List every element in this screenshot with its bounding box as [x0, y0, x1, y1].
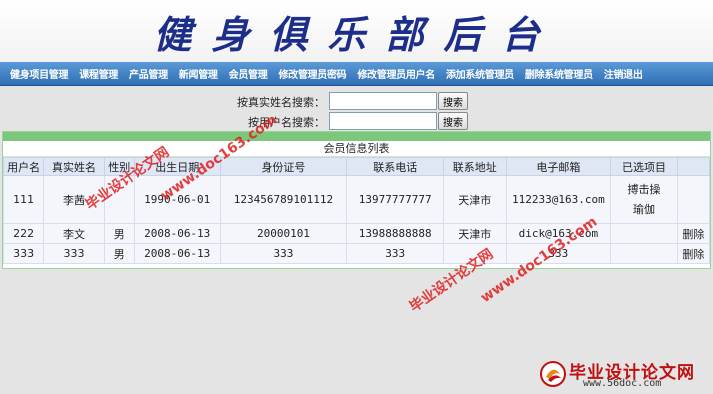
- cell-idcard: 123456789101112: [219, 175, 348, 224]
- cell-gender: 男: [103, 223, 135, 244]
- realname-search-label: 按真实姓名搜索：: [237, 96, 325, 109]
- username-search-input[interactable]: [329, 112, 437, 130]
- footer-logo-url: www.56doc.com: [583, 378, 662, 389]
- list-caption: 会员信息列表: [3, 141, 710, 157]
- nav-item-news[interactable]: 新闻管理: [179, 66, 218, 81]
- cell-phone: 13988888888: [346, 223, 445, 244]
- realname-search-button[interactable]: 搜索: [438, 92, 468, 110]
- cell-projects: 搏击操 瑜伽: [610, 175, 678, 224]
- nav-item-members[interactable]: 会员管理: [229, 66, 268, 81]
- cell-address: 天津市: [443, 223, 507, 244]
- project-item: 瑜伽: [632, 202, 655, 216]
- cell-action: 删除: [676, 223, 711, 244]
- column-header: 联系地址: [443, 157, 507, 176]
- column-header: 已选项目: [610, 157, 678, 176]
- delete-member-link[interactable]: 删除: [682, 228, 704, 241]
- realname-search-row: 按真实姓名搜索： 搜索: [0, 92, 713, 112]
- column-header: 电子邮箱: [505, 157, 612, 176]
- header-banner: 健身俱乐部后台: [0, 0, 713, 62]
- nav-item-fitness-projects[interactable]: 健身项目管理: [10, 66, 69, 81]
- footer-logo: 毕业设计论文网 www.56doc.com: [539, 358, 709, 390]
- delete-member-link[interactable]: 删除: [682, 248, 704, 261]
- main-nav: 健身项目管理 课程管理 产品管理 新闻管理 会员管理 修改管理员密码 修改管理员…: [0, 62, 713, 86]
- cell-action: [676, 175, 711, 224]
- nav-item-courses[interactable]: 课程管理: [79, 66, 118, 81]
- cell-idcard: 20000101: [219, 223, 348, 244]
- realname-search-input[interactable]: [329, 92, 437, 110]
- nav-item-logout[interactable]: 注销退出: [604, 66, 643, 81]
- table-header-row: 用户名 真实姓名 性别 出生日期 身份证号 联系电话 联系地址 电子邮箱 已选项…: [2, 157, 711, 176]
- nav-item-delete-admin[interactable]: 删除系统管理员: [525, 66, 593, 81]
- column-header: 联系电话: [346, 157, 445, 176]
- cell-phone: 13977777777: [346, 175, 445, 224]
- nav-item-change-admin-password[interactable]: 修改管理员密码: [278, 66, 346, 81]
- column-header: [676, 157, 711, 176]
- column-header: 用户名: [2, 157, 45, 176]
- cell-username: 333: [2, 243, 45, 264]
- column-header: 真实姓名: [43, 157, 105, 176]
- cell-gender: 男: [103, 243, 135, 264]
- cell-email: 112233@163.com: [505, 175, 612, 224]
- table-row: 333 333 男 2008-06-13 333 333 333 删除: [2, 243, 711, 264]
- cell-address: 天津市: [443, 175, 507, 224]
- nav-item-products[interactable]: 产品管理: [129, 66, 168, 81]
- cell-realname: 李文: [43, 223, 105, 244]
- cell-projects: [610, 243, 678, 264]
- list-header-bar: [3, 132, 710, 141]
- cell-projects: [610, 223, 678, 244]
- nav-item-change-admin-username[interactable]: 修改管理员用户名: [357, 66, 435, 81]
- column-header: 身份证号: [219, 157, 348, 176]
- cell-birthday: 2008-06-13: [133, 243, 221, 264]
- cell-username: 111: [2, 175, 45, 224]
- cell-idcard: 333: [219, 243, 348, 264]
- cell-birthday: 2008-06-13: [133, 223, 221, 244]
- username-search-button[interactable]: 搜索: [438, 112, 468, 130]
- page-title: 健身俱乐部后台: [153, 12, 560, 57]
- cell-realname: 333: [43, 243, 105, 264]
- cell-phone: 333: [346, 243, 445, 264]
- table-row: 222 李文 男 2008-06-13 20000101 13988888888…: [2, 223, 711, 244]
- member-table: 用户名 真实姓名 性别 出生日期 身份证号 联系电话 联系地址 电子邮箱 已选项…: [2, 157, 711, 264]
- cell-username: 222: [2, 223, 45, 244]
- project-item: 搏击操: [627, 182, 661, 196]
- nav-item-add-admin[interactable]: 添加系统管理员: [446, 66, 514, 81]
- username-search-row: 按用户名搜索： 搜索: [0, 112, 713, 132]
- cell-action: 删除: [676, 243, 711, 264]
- logo-mark-icon: [540, 361, 566, 387]
